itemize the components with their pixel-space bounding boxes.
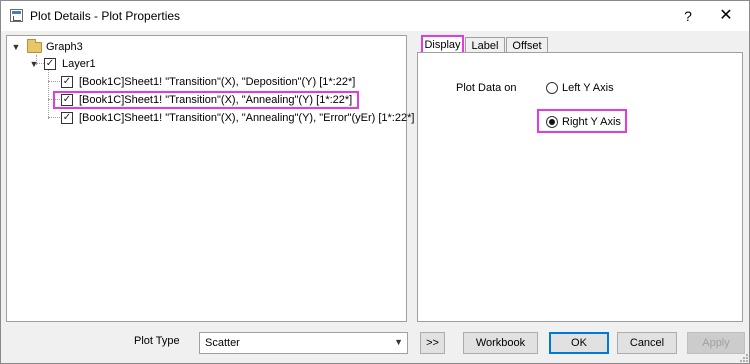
help-button[interactable]: ? bbox=[673, 5, 703, 27]
left-y-axis-radio[interactable] bbox=[546, 82, 558, 94]
tree-item-label: Layer1 bbox=[62, 58, 96, 70]
display-tab-panel: Plot Data on Left Y Axis Right Y Axis bbox=[417, 52, 743, 322]
plot-data-on-label: Plot Data on bbox=[456, 82, 517, 94]
title-bar: Plot Details - Plot Properties ? ✕ bbox=[1, 1, 749, 31]
plot-type-select[interactable]: Scatter ▼ bbox=[199, 332, 408, 354]
tree-item-plot[interactable]: ✓ [Book1C]Sheet1! "Transition"(X), "Depo… bbox=[7, 74, 402, 90]
tree-item-label: Graph3 bbox=[46, 41, 83, 53]
selected-plot-highlight bbox=[53, 91, 359, 109]
folder-icon bbox=[27, 39, 42, 53]
left-y-axis-label: Left Y Axis bbox=[562, 82, 614, 94]
plot-type-label: Plot Type bbox=[134, 335, 180, 347]
tree-item-label: [Book1C]Sheet1! "Transition"(X), "Anneal… bbox=[79, 112, 415, 124]
right-y-axis-highlight bbox=[537, 109, 627, 133]
workbook-button[interactable]: Workbook bbox=[463, 332, 538, 354]
apply-button[interactable]: Apply bbox=[687, 332, 745, 354]
resize-grip-icon[interactable] bbox=[739, 353, 749, 363]
tree-item-layer1[interactable]: ▼ ✓ Layer1 bbox=[7, 56, 207, 72]
cancel-button[interactable]: Cancel bbox=[617, 332, 677, 354]
collapse-chevron-icon[interactable]: ▼ bbox=[11, 42, 21, 52]
plot-checkbox[interactable]: ✓ bbox=[61, 112, 73, 124]
left-y-axis-option[interactable]: Left Y Axis bbox=[546, 81, 656, 97]
expand-button[interactable]: >> bbox=[420, 332, 445, 354]
tab-label[interactable]: Label bbox=[465, 37, 505, 53]
chevron-down-icon: ▼ bbox=[394, 337, 403, 347]
collapse-chevron-icon[interactable]: ▼ bbox=[29, 59, 39, 69]
plot-details-app-icon bbox=[10, 9, 23, 22]
layer-checkbox[interactable]: ✓ bbox=[44, 58, 56, 70]
tree-item-plot[interactable]: ✓ [Book1C]Sheet1! "Transition"(X), "Anne… bbox=[7, 110, 414, 126]
ok-button[interactable]: OK bbox=[549, 332, 609, 354]
plot-checkbox[interactable]: ✓ bbox=[61, 76, 73, 88]
plot-details-dialog: Plot Details - Plot Properties ? ✕ ▼ Gra… bbox=[0, 0, 750, 364]
close-button[interactable]: ✕ bbox=[709, 5, 743, 27]
plot-tree-panel[interactable]: ▼ Graph3 ▼ ✓ Layer1 ✓ [Book1C]Sheet1! "T… bbox=[6, 35, 414, 322]
tree-item-label: [Book1C]Sheet1! "Transition"(X), "Deposi… bbox=[79, 76, 356, 88]
window-title: Plot Details - Plot Properties bbox=[30, 9, 181, 23]
plot-type-value: Scatter bbox=[205, 337, 240, 349]
tree-item-graph3[interactable]: ▼ Graph3 bbox=[7, 39, 207, 55]
tab-display[interactable]: Display bbox=[421, 35, 464, 53]
tab-offset[interactable]: Offset bbox=[506, 37, 548, 53]
